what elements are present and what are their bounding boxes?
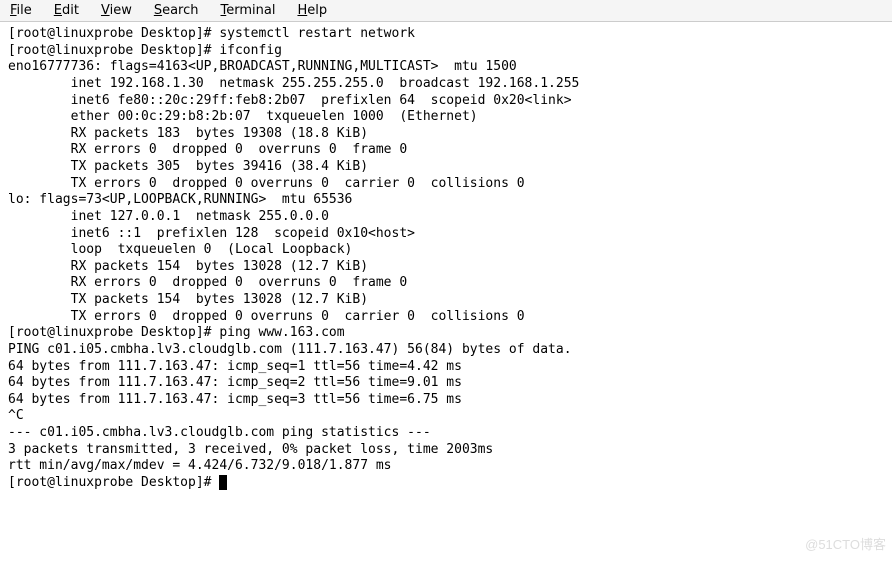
terminal-line: TX errors 0 dropped 0 overruns 0 carrier… xyxy=(8,309,884,326)
terminal-line: PING c01.i05.cmbha.lv3.cloudglb.com (111… xyxy=(8,342,884,359)
terminal-output[interactable]: [root@linuxprobe Desktop]# systemctl res… xyxy=(0,22,892,496)
menubar: File Edit View Search Terminal Help xyxy=(0,0,892,22)
menu-file[interactable]: File xyxy=(8,2,34,19)
menu-view[interactable]: View xyxy=(99,2,134,19)
menu-edit[interactable]: Edit xyxy=(52,2,81,19)
terminal-line: inet6 fe80::20c:29ff:feb8:2b07 prefixlen… xyxy=(8,93,884,110)
terminal-line: lo: flags=73<UP,LOOPBACK,RUNNING> mtu 65… xyxy=(8,192,884,209)
terminal-line: [root@linuxprobe Desktop]# xyxy=(8,475,884,492)
terminal-line: inet 127.0.0.1 netmask 255.0.0.0 xyxy=(8,209,884,226)
terminal-line: RX packets 183 bytes 19308 (18.8 KiB) xyxy=(8,126,884,143)
terminal-line: 64 bytes from 111.7.163.47: icmp_seq=3 t… xyxy=(8,392,884,409)
terminal-line: 64 bytes from 111.7.163.47: icmp_seq=1 t… xyxy=(8,359,884,376)
terminal-line: RX errors 0 dropped 0 overruns 0 frame 0 xyxy=(8,142,884,159)
terminal-line: [root@linuxprobe Desktop]# ping www.163.… xyxy=(8,325,884,342)
terminal-line: [root@linuxprobe Desktop]# systemctl res… xyxy=(8,26,884,43)
terminal-line: inet6 ::1 prefixlen 128 scopeid 0x10<hos… xyxy=(8,226,884,243)
terminal-line: [root@linuxprobe Desktop]# ifconfig xyxy=(8,43,884,60)
terminal-line: --- c01.i05.cmbha.lv3.cloudglb.com ping … xyxy=(8,425,884,442)
terminal-line: TX errors 0 dropped 0 overruns 0 carrier… xyxy=(8,176,884,193)
terminal-line: 64 bytes from 111.7.163.47: icmp_seq=2 t… xyxy=(8,375,884,392)
menu-terminal[interactable]: Terminal xyxy=(219,2,278,19)
menu-help[interactable]: Help xyxy=(295,2,329,19)
watermark: @51CTO博客 xyxy=(805,534,886,553)
terminal-line: rtt min/avg/max/mdev = 4.424/6.732/9.018… xyxy=(8,458,884,475)
terminal-line: 3 packets transmitted, 3 received, 0% pa… xyxy=(8,442,884,459)
terminal-line: TX packets 154 bytes 13028 (12.7 KiB) xyxy=(8,292,884,309)
terminal-line: ether 00:0c:29:b8:2b:07 txqueuelen 1000 … xyxy=(8,109,884,126)
terminal-line: TX packets 305 bytes 39416 (38.4 KiB) xyxy=(8,159,884,176)
terminal-line: loop txqueuelen 0 (Local Loopback) xyxy=(8,242,884,259)
terminal-line: RX errors 0 dropped 0 overruns 0 frame 0 xyxy=(8,275,884,292)
terminal-line: RX packets 154 bytes 13028 (12.7 KiB) xyxy=(8,259,884,276)
terminal-line: inet 192.168.1.30 netmask 255.255.255.0 … xyxy=(8,76,884,93)
cursor xyxy=(219,475,227,490)
terminal-line: eno16777736: flags=4163<UP,BROADCAST,RUN… xyxy=(8,59,884,76)
terminal-line: ^C xyxy=(8,408,884,425)
menu-search[interactable]: Search xyxy=(152,2,201,19)
